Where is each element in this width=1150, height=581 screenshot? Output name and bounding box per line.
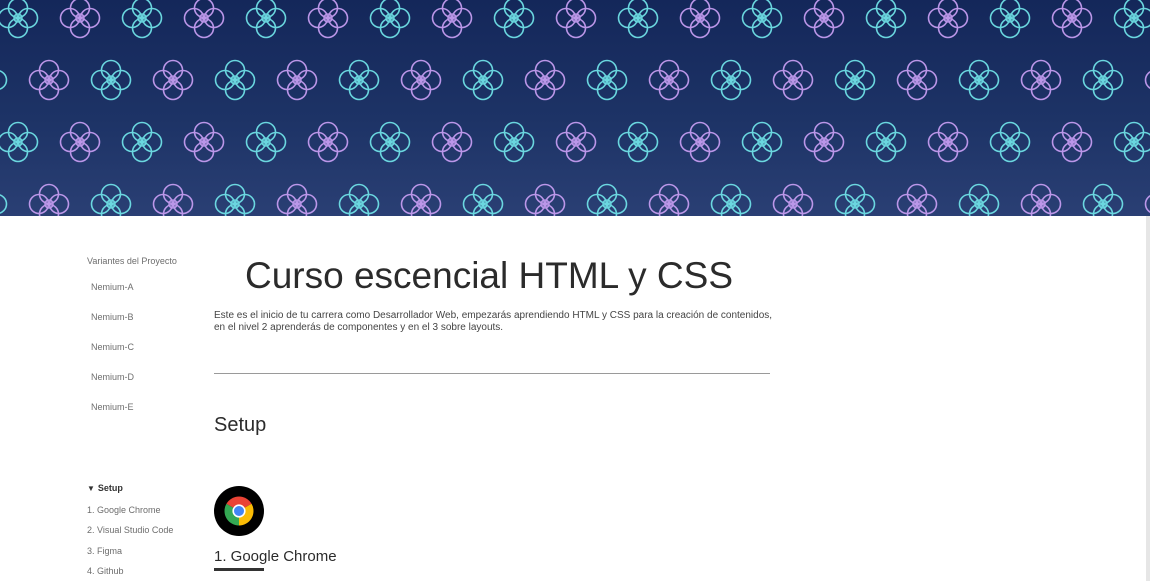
section-divider (214, 373, 770, 374)
section-title-setup: Setup (214, 414, 267, 436)
main-content: Curso escencial HTML y CSS Este es el in… (0, 216, 1146, 581)
header-banner (0, 0, 1150, 216)
intro-paragraph: Este es el inicio de tu carrera como Des… (214, 310, 773, 333)
google-chrome-icon (214, 486, 264, 536)
page-title: Curso escencial HTML y CSS (245, 255, 733, 296)
banner-pattern (0, 0, 1150, 216)
scrollbar[interactable] (1146, 216, 1150, 581)
item-title-google-chrome: 1. Google Chrome (214, 548, 337, 565)
item-title-underline (214, 568, 264, 571)
